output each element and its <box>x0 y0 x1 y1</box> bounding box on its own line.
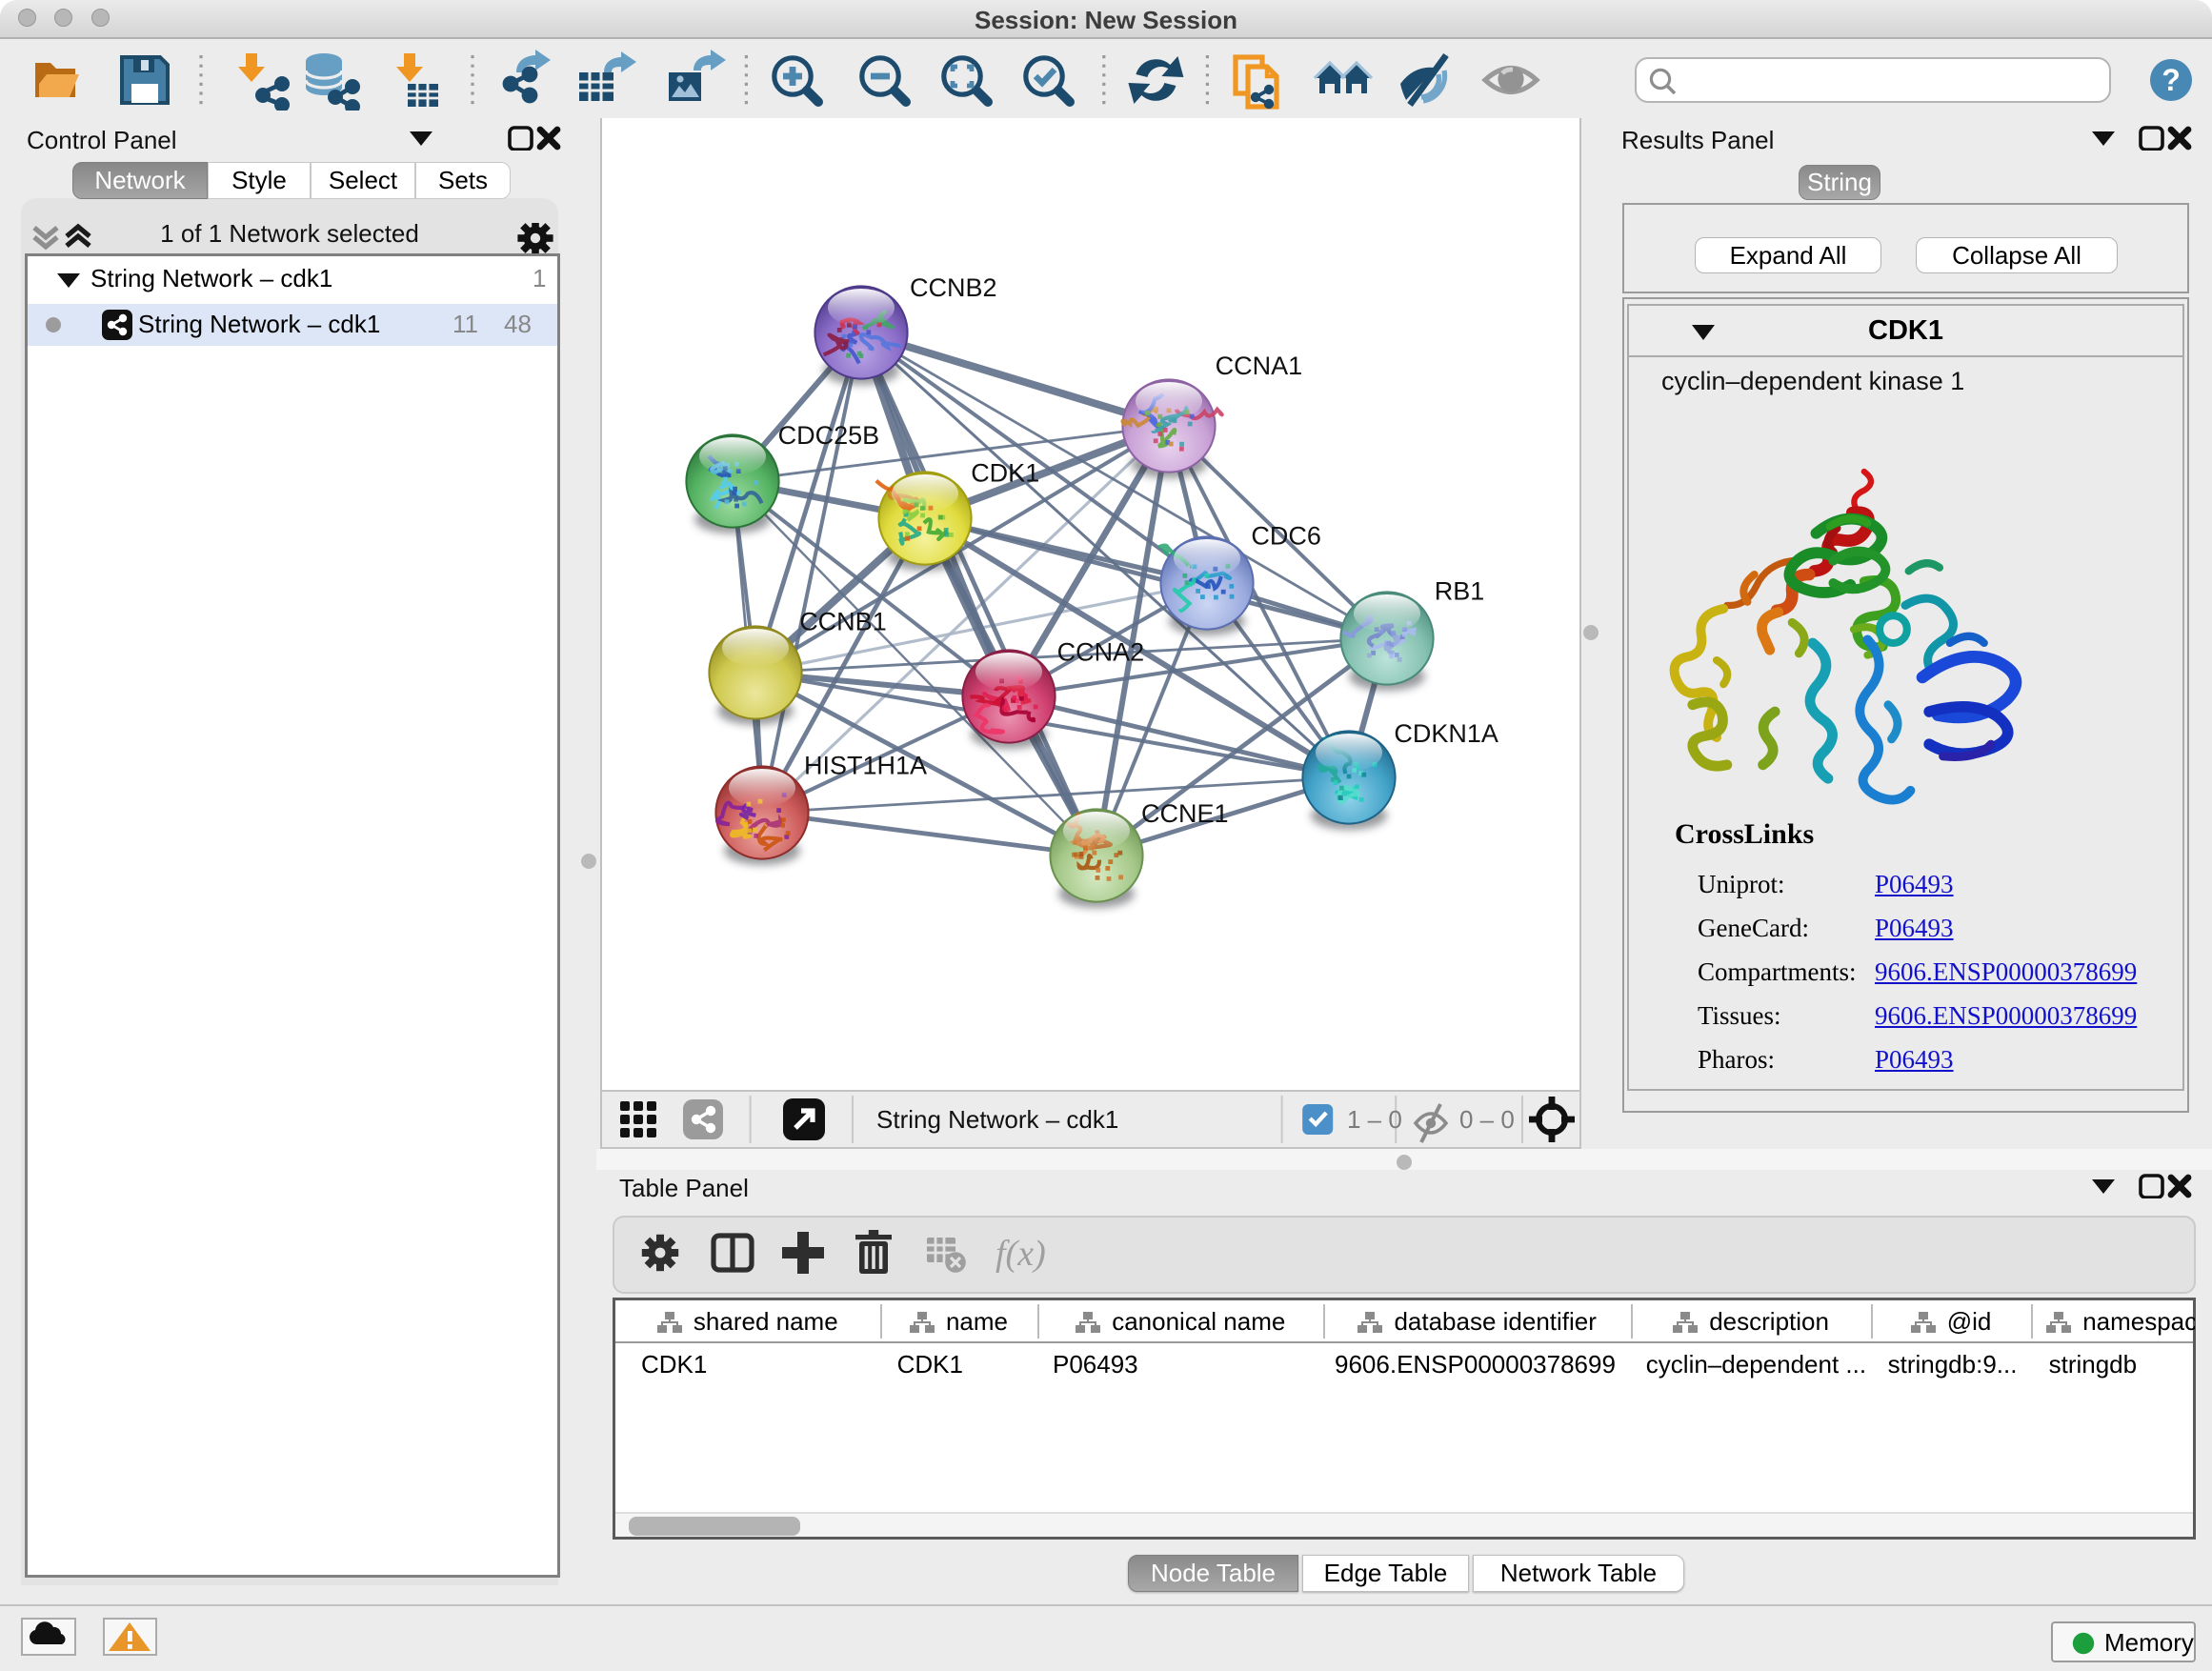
svg-text:f(x): f(x) <box>995 1234 1046 1274</box>
svg-text:CCNE1: CCNE1 <box>1141 799 1229 828</box>
svg-text:1 – 0: 1 – 0 <box>1347 1105 1402 1134</box>
svg-text:RB1: RB1 <box>1435 577 1485 606</box>
svg-text:0 – 0: 0 – 0 <box>1459 1105 1515 1134</box>
svg-text:CCNB2: CCNB2 <box>910 273 997 302</box>
svg-text:CDC25B: CDC25B <box>778 421 880 450</box>
svg-text:CDK1: CDK1 <box>971 459 1039 488</box>
svg-text:CCNB1: CCNB1 <box>799 607 887 635</box>
svg-text:CCNA2: CCNA2 <box>1057 638 1145 667</box>
svg-text:CCNA1: CCNA1 <box>1216 352 1303 380</box>
svg-text:?: ? <box>2162 63 2181 97</box>
svg-text:HIST1H1A: HIST1H1A <box>804 752 927 780</box>
svg-text:String Network – cdk1: String Network – cdk1 <box>876 1105 1118 1134</box>
svg-text:CDC6: CDC6 <box>1251 522 1321 551</box>
svg-text:CDKN1A: CDKN1A <box>1394 719 1498 748</box>
